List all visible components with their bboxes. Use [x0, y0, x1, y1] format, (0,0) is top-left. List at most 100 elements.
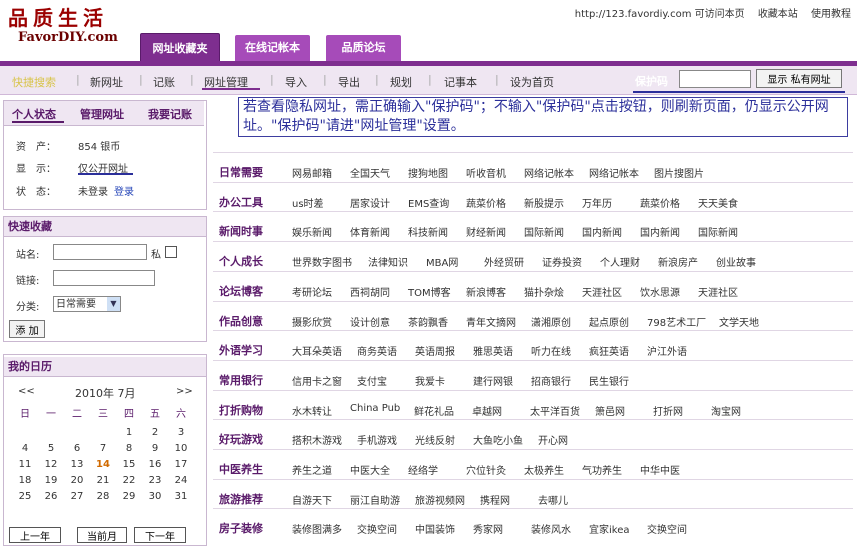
category-link[interactable]: 支付宝: [357, 373, 387, 388]
category-link[interactable]: 我爱卡: [415, 373, 445, 388]
category-name[interactable]: 个人成长: [219, 253, 263, 269]
category-link[interactable]: 穴位针灸: [466, 462, 506, 477]
category-link[interactable]: 天涯社区: [698, 284, 738, 299]
category-link[interactable]: 疯狂英语: [589, 343, 629, 358]
category-link[interactable]: 潇湘原创: [531, 314, 571, 329]
category-name[interactable]: 旅游推荐: [219, 491, 263, 507]
category-link[interactable]: 丽江自助游: [350, 492, 400, 507]
category-link[interactable]: 太平洋百货: [530, 403, 580, 418]
category-link[interactable]: 文学天地: [719, 314, 759, 329]
category-link[interactable]: 青年文摘网: [466, 314, 516, 329]
category-link[interactable]: 蔬菜价格: [466, 195, 506, 210]
category-link[interactable]: 听力在线: [531, 343, 571, 358]
category-link[interactable]: 卓越网: [472, 403, 502, 418]
category-link[interactable]: 创业故事: [716, 254, 756, 269]
category-link[interactable]: 万年历: [582, 195, 612, 210]
category-link[interactable]: 网易邮箱: [292, 165, 332, 180]
category-link[interactable]: 宜家ikea: [589, 521, 630, 536]
category-name[interactable]: 日常需要: [219, 164, 263, 180]
category-link[interactable]: 财经新闻: [466, 224, 506, 239]
category-link[interactable]: 网络记帐本: [589, 165, 639, 180]
category-link[interactable]: 起点原创: [589, 314, 629, 329]
category-link[interactable]: 光线反射: [415, 432, 455, 447]
category-link[interactable]: 饮水思源: [640, 284, 680, 299]
category-link[interactable]: 蔬菜价格: [640, 195, 680, 210]
category-name[interactable]: 常用银行: [219, 372, 263, 388]
category-link[interactable]: 国际新闻: [698, 224, 738, 239]
category-name[interactable]: 好玩游戏: [219, 431, 263, 447]
category-name[interactable]: 房子装修: [219, 520, 263, 536]
category-link[interactable]: 开心网: [538, 432, 568, 447]
category-link[interactable]: 世界数字图书: [292, 254, 352, 269]
category-link[interactable]: 大耳朵英语: [292, 343, 342, 358]
category-link[interactable]: 建行网银: [473, 373, 513, 388]
category-link[interactable]: 气功养生: [582, 462, 622, 477]
category-link[interactable]: 沪江外语: [647, 343, 687, 358]
category-link[interactable]: 国际新闻: [524, 224, 564, 239]
category-name[interactable]: 中医养生: [219, 461, 263, 477]
category-link[interactable]: 打折网: [653, 403, 683, 418]
category-link[interactable]: China Pub: [350, 403, 400, 414]
category-link[interactable]: 居家设计: [350, 195, 390, 210]
category-link[interactable]: 养生之道: [292, 462, 332, 477]
category-link[interactable]: 中华中医: [640, 462, 680, 477]
category-name[interactable]: 外语学习: [219, 342, 263, 358]
category-link[interactable]: 娱乐新闻: [292, 224, 332, 239]
category-link[interactable]: 中国装饰: [415, 521, 455, 536]
category-link[interactable]: 茶韵飘香: [408, 314, 448, 329]
category-link[interactable]: 证券投资: [542, 254, 582, 269]
category-link[interactable]: 大鱼吃小鱼: [473, 432, 523, 447]
category-link[interactable]: 新浪博客: [466, 284, 506, 299]
category-link[interactable]: 装修图满多: [292, 521, 342, 536]
category-link[interactable]: 太极养生: [524, 462, 564, 477]
category-name[interactable]: 作品创意: [219, 313, 263, 329]
category-link[interactable]: 招商银行: [531, 373, 571, 388]
category-link[interactable]: 国内新闻: [640, 224, 680, 239]
category-link[interactable]: 图片搜图片: [654, 165, 704, 180]
category-link[interactable]: 去哪儿: [538, 492, 568, 507]
category-link[interactable]: us时差: [292, 195, 324, 210]
category-link[interactable]: 设计创意: [350, 314, 390, 329]
category-link[interactable]: 英语周报: [415, 343, 455, 358]
category-link[interactable]: 交换空间: [357, 521, 397, 536]
category-link[interactable]: 猫扑杂烩: [524, 284, 564, 299]
category-link[interactable]: 网络记帐本: [524, 165, 574, 180]
category-link[interactable]: 科技新闻: [408, 224, 448, 239]
category-name[interactable]: 打折购物: [219, 402, 263, 418]
category-name[interactable]: 办公工具: [219, 194, 263, 210]
category-name[interactable]: 论坛博客: [219, 283, 263, 299]
category-link[interactable]: 体育新闻: [350, 224, 390, 239]
category-link[interactable]: 国内新闻: [582, 224, 622, 239]
category-link[interactable]: 新股提示: [524, 195, 564, 210]
category-link[interactable]: 外经贸研: [484, 254, 524, 269]
category-link[interactable]: 自游天下: [292, 492, 332, 507]
category-link[interactable]: 雅思英语: [473, 343, 513, 358]
category-link[interactable]: 民生银行: [589, 373, 629, 388]
category-link[interactable]: TOM博客: [408, 284, 451, 299]
category-link[interactable]: 搭积木游戏: [292, 432, 342, 447]
category-link[interactable]: 鲜花礼品: [414, 403, 454, 418]
category-link[interactable]: 装修风水: [531, 521, 571, 536]
category-link[interactable]: 旅游视频网: [415, 492, 465, 507]
category-link[interactable]: 水木转让: [292, 403, 332, 418]
category-link[interactable]: 中医大全: [350, 462, 390, 477]
category-link[interactable]: 搜狗地图: [408, 165, 448, 180]
category-link[interactable]: 淘宝网: [711, 403, 741, 418]
category-link[interactable]: 经络学: [408, 462, 438, 477]
category-link[interactable]: 商务英语: [357, 343, 397, 358]
category-link[interactable]: 新浪房产: [658, 254, 698, 269]
category-link[interactable]: MBA网: [426, 254, 458, 269]
category-link[interactable]: 798艺术工厂: [647, 314, 706, 329]
category-link[interactable]: 交换空间: [647, 521, 687, 536]
category-link[interactable]: 全国天气: [350, 165, 390, 180]
category-link[interactable]: 摄影欣赏: [292, 314, 332, 329]
category-link[interactable]: 天天美食: [698, 195, 738, 210]
category-link[interactable]: 西祠胡同: [350, 284, 390, 299]
category-link[interactable]: 手机游戏: [357, 432, 397, 447]
category-link[interactable]: 法律知识: [368, 254, 408, 269]
category-link[interactable]: 个人理财: [600, 254, 640, 269]
category-link[interactable]: EMS查询: [408, 195, 449, 210]
category-link[interactable]: 携程网: [480, 492, 510, 507]
category-link[interactable]: 秀家网: [473, 521, 503, 536]
category-link[interactable]: 箫邑网: [595, 403, 625, 418]
